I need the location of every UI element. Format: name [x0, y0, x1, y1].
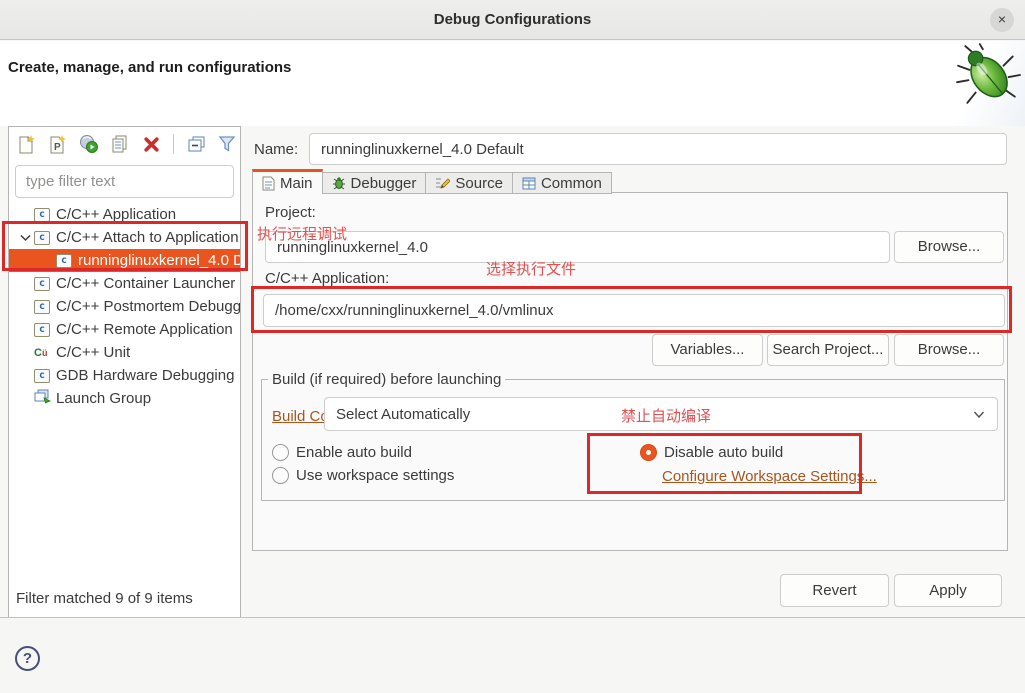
- search-project-button[interactable]: Search Project...: [767, 334, 889, 366]
- bug-icon: [332, 176, 346, 190]
- build-configuration-value: Select Automatically: [336, 406, 470, 423]
- toolbar-separator: [173, 134, 174, 154]
- tree-item-cpp-unit[interactable]: C/C++ Unit: [9, 341, 240, 364]
- c-application-icon: [34, 231, 50, 245]
- debug-bug-icon: [955, 43, 1021, 111]
- chevron-down-icon[interactable]: [20, 231, 34, 245]
- c-application-icon: [34, 277, 50, 291]
- project-browse-button[interactable]: Browse...: [894, 231, 1004, 263]
- enable-auto-build-label: Enable auto build: [296, 444, 412, 461]
- title-bar: Debug Configurations ×: [0, 0, 1025, 40]
- debug-configurations-dialog: Debug Configurations × Create, manage, a…: [0, 0, 1025, 693]
- export-launch-configuration-icon[interactable]: [77, 132, 101, 156]
- filter-status-text: Filter matched 9 of 9 items: [16, 590, 193, 607]
- c-application-icon: [34, 300, 50, 314]
- window-close-icon[interactable]: ×: [990, 8, 1014, 32]
- tree-item-cpp-attach[interactable]: C/C++ Attach to Application: [9, 226, 240, 249]
- c-application-icon: [34, 369, 50, 383]
- help-icon[interactable]: ?: [15, 646, 40, 671]
- c-application-icon: [34, 208, 50, 222]
- project-label: Project:: [265, 204, 316, 221]
- chevron-down-icon: [973, 410, 985, 419]
- filter-input[interactable]: [15, 165, 234, 198]
- build-configuration-select[interactable]: Select Automatically: [324, 397, 998, 431]
- collapse-all-icon[interactable]: [184, 132, 208, 156]
- use-workspace-settings-label: Use workspace settings: [296, 467, 454, 484]
- tab-source[interactable]: Source: [426, 172, 513, 194]
- revert-button[interactable]: Revert: [780, 574, 889, 607]
- tab-debugger[interactable]: Debugger: [323, 172, 427, 194]
- source-pencil-icon: [435, 176, 450, 190]
- build-before-launch-group: Build (if required) before launching Bui…: [261, 379, 1005, 501]
- configure-workspace-settings-link[interactable]: Configure Workspace Settings...: [662, 468, 877, 485]
- configurations-panel: P C/C++ A: [8, 126, 241, 618]
- application-browse-button[interactable]: Browse...: [894, 334, 1004, 366]
- main-tab-content: Project: Browse... C/C++ Application: Va…: [252, 192, 1008, 551]
- build-group-legend: Build (if required) before launching: [268, 371, 505, 388]
- tree-item-container-launcher[interactable]: C/C++ Container Launcher: [9, 272, 240, 295]
- launch-group-icon: [34, 389, 51, 408]
- variables-button[interactable]: Variables...: [652, 334, 763, 366]
- tree-item-runninglinuxkernel[interactable]: runninglinuxkernel_4.0 Default: [9, 249, 240, 272]
- cpp-application-label: C/C++ Application:: [265, 270, 389, 287]
- c-unit-icon: [34, 346, 52, 360]
- tree-item-launch-group[interactable]: Launch Group: [9, 387, 240, 410]
- c-application-icon: [56, 254, 72, 268]
- enable-auto-build-radio[interactable]: [272, 444, 289, 461]
- apply-button[interactable]: Apply: [894, 574, 1002, 607]
- disable-auto-build-radio[interactable]: [640, 444, 657, 461]
- new-launch-configuration-icon[interactable]: [15, 132, 39, 156]
- document-icon: [262, 176, 275, 191]
- project-input[interactable]: [265, 231, 890, 263]
- tab-bar: Main Debugger Source Common: [252, 169, 612, 194]
- tree-item-gdb-hardware[interactable]: GDB Hardware Debugging: [9, 364, 240, 387]
- disable-auto-build-label: Disable auto build: [664, 444, 783, 461]
- c-application-icon: [34, 323, 50, 337]
- new-launch-configuration-prototype-icon[interactable]: P: [46, 132, 70, 156]
- tree-item-remote-application[interactable]: C/C++ Remote Application: [9, 318, 240, 341]
- tree-item-postmortem-debugger[interactable]: C/C++ Postmortem Debugger: [9, 295, 240, 318]
- cpp-application-input[interactable]: [263, 294, 1005, 327]
- use-workspace-settings-radio[interactable]: [272, 467, 289, 484]
- delete-launch-configuration-icon[interactable]: [139, 132, 163, 156]
- footer-bar: ? Close Debug: [0, 618, 1025, 693]
- configurations-toolbar: P: [15, 132, 241, 156]
- window-title: Debug Configurations: [0, 0, 1025, 40]
- name-label: Name:: [254, 141, 298, 158]
- table-icon: [522, 177, 536, 190]
- filter-launch-configurations-icon[interactable]: [215, 132, 239, 156]
- name-input[interactable]: [309, 133, 1007, 165]
- configuration-tree: C/C++ Application C/C++ Attach to Applic…: [9, 203, 240, 410]
- tree-item-cpp-application[interactable]: C/C++ Application: [9, 203, 240, 226]
- svg-text:P: P: [54, 142, 61, 153]
- tab-common[interactable]: Common: [513, 172, 612, 194]
- dialog-subtitle: Create, manage, and run configurations: [8, 59, 291, 76]
- header-banner: Create, manage, and run configurations: [0, 41, 1025, 126]
- duplicate-launch-configuration-icon[interactable]: [108, 132, 132, 156]
- tab-main[interactable]: Main: [252, 169, 323, 194]
